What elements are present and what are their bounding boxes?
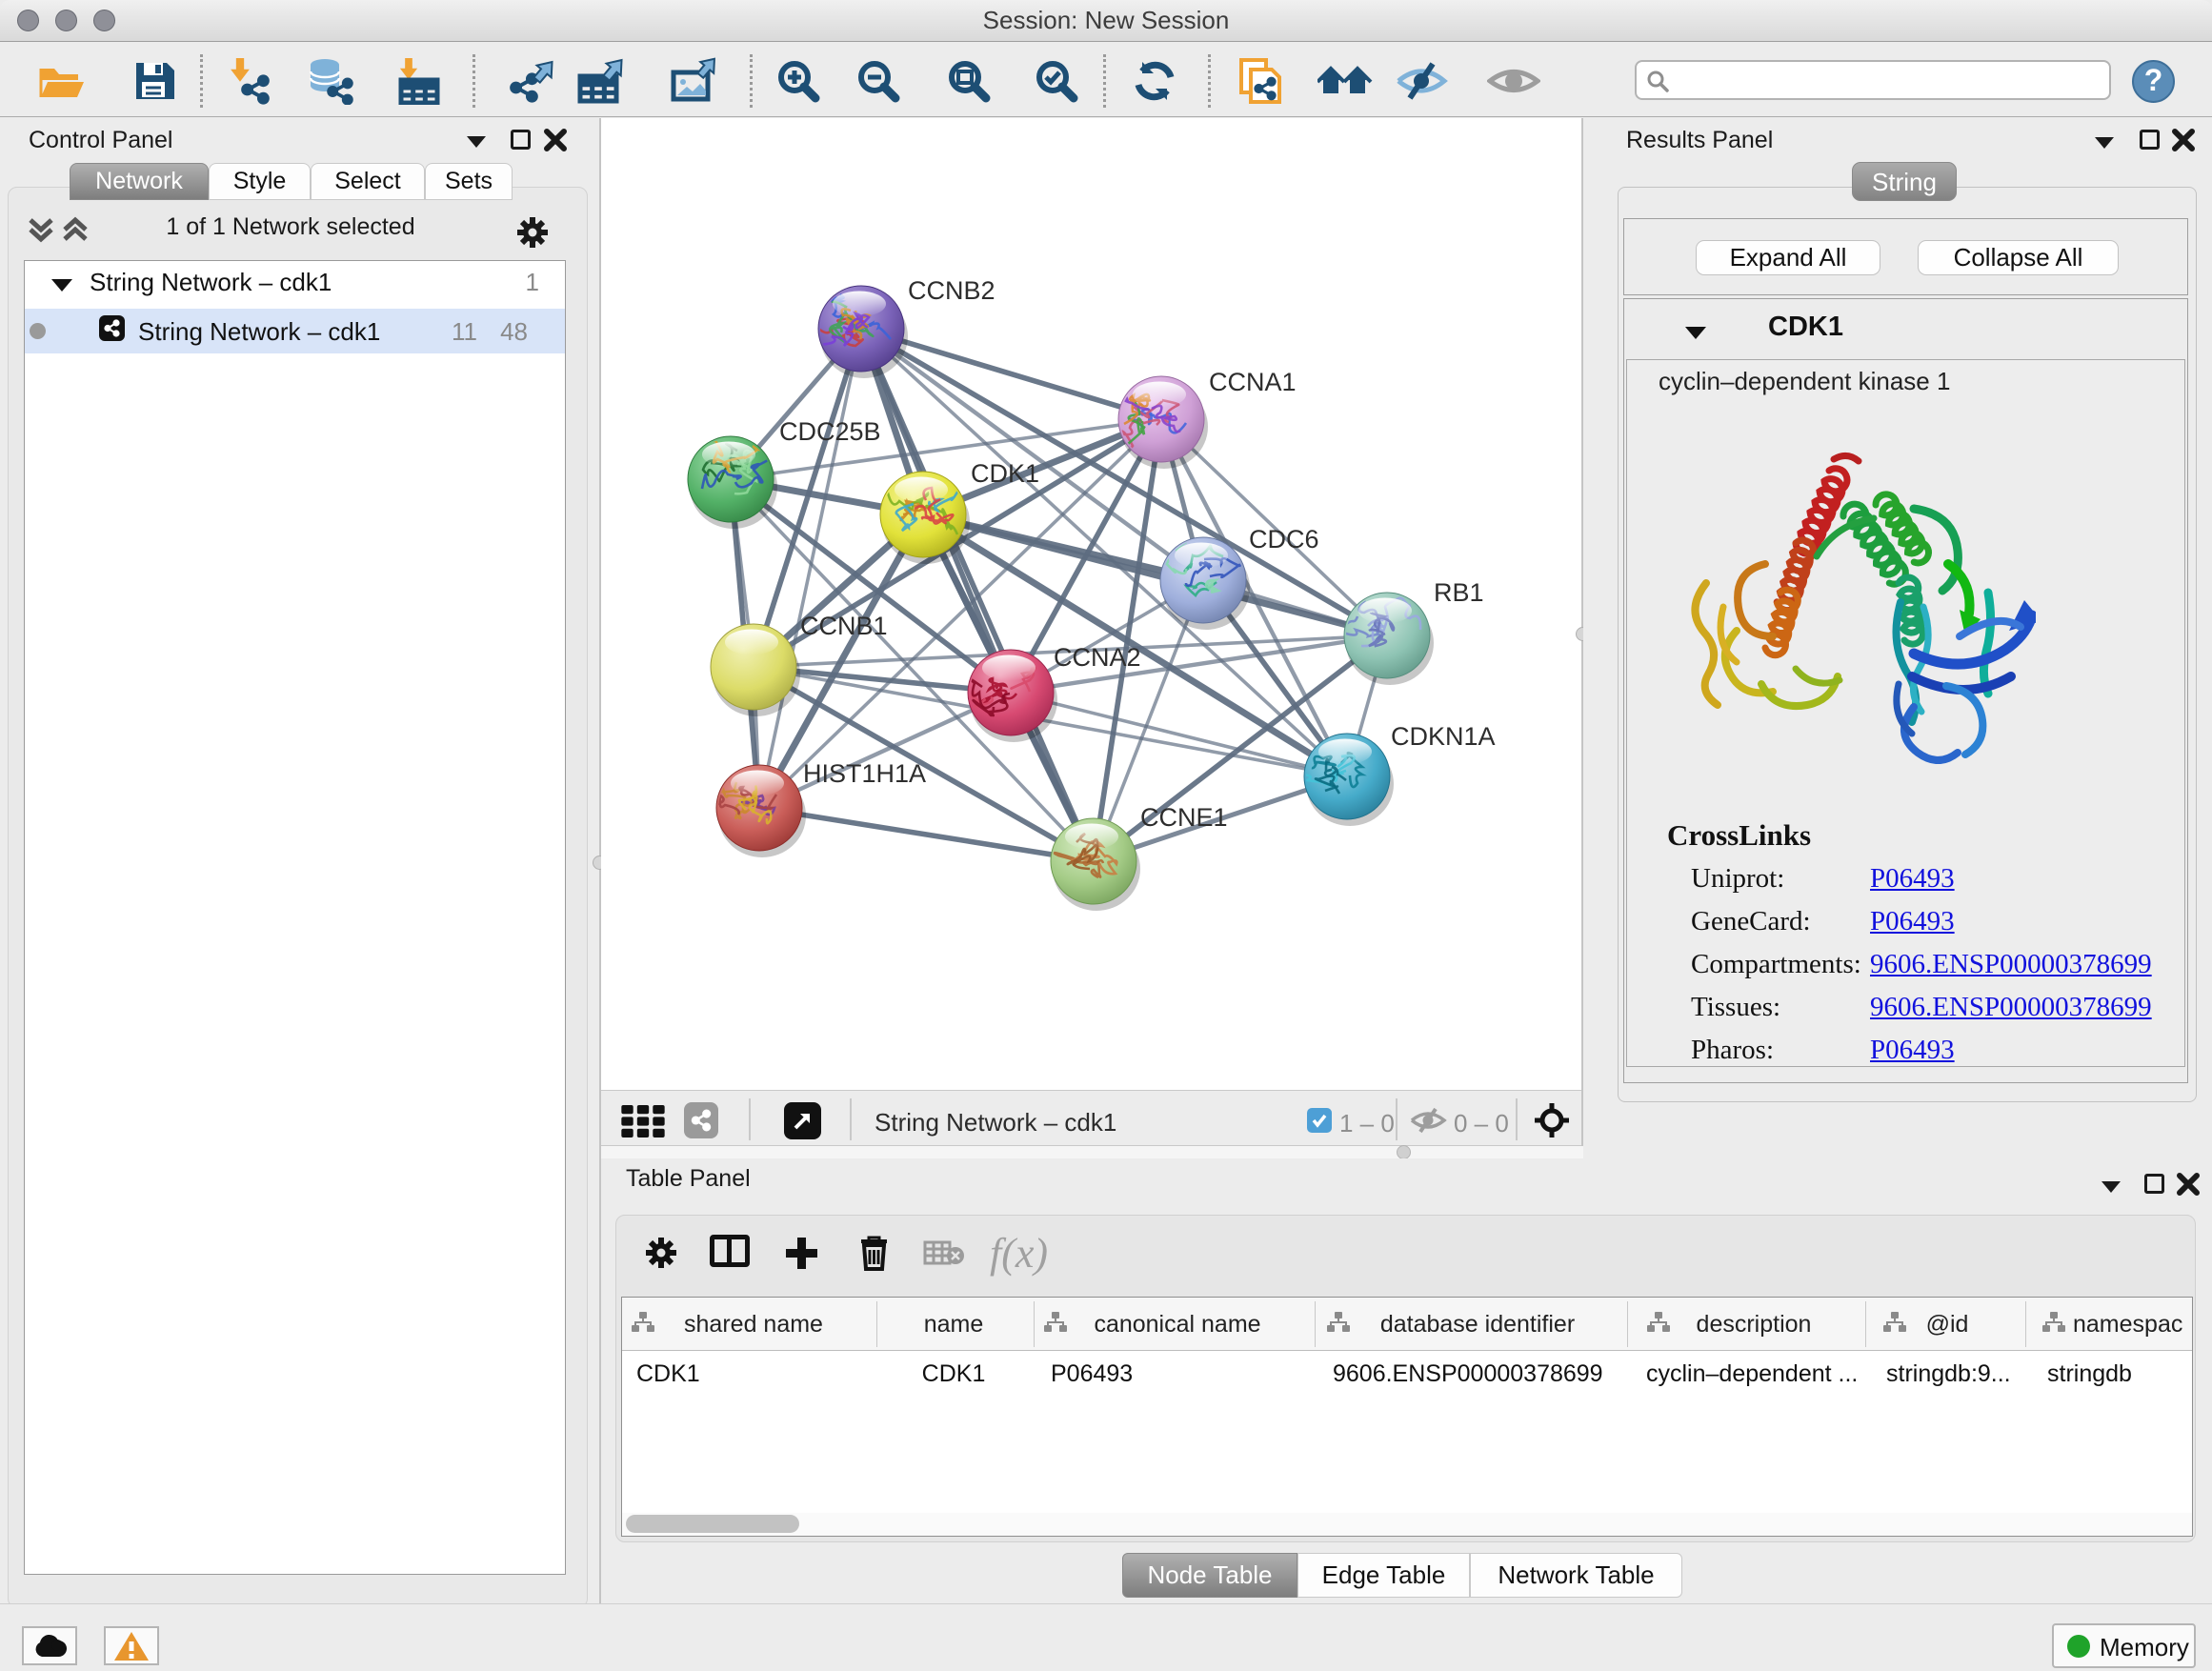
svg-text:HIST1H1A: HIST1H1A [803,759,926,788]
svg-text:CDK1: CDK1 [971,459,1039,488]
svg-text:RB1: RB1 [1434,578,1484,607]
svg-text:CDC25B: CDC25B [779,417,881,446]
svg-text:CCNB1: CCNB1 [800,612,888,640]
svg-text:CCNB2: CCNB2 [908,276,995,305]
svg-text:CDKN1A: CDKN1A [1391,722,1496,751]
svg-text:CCNA1: CCNA1 [1209,368,1297,396]
svg-text:CCNE1: CCNE1 [1140,803,1228,832]
svg-text:CCNA2: CCNA2 [1054,643,1141,672]
svg-text:CDC6: CDC6 [1249,525,1319,554]
